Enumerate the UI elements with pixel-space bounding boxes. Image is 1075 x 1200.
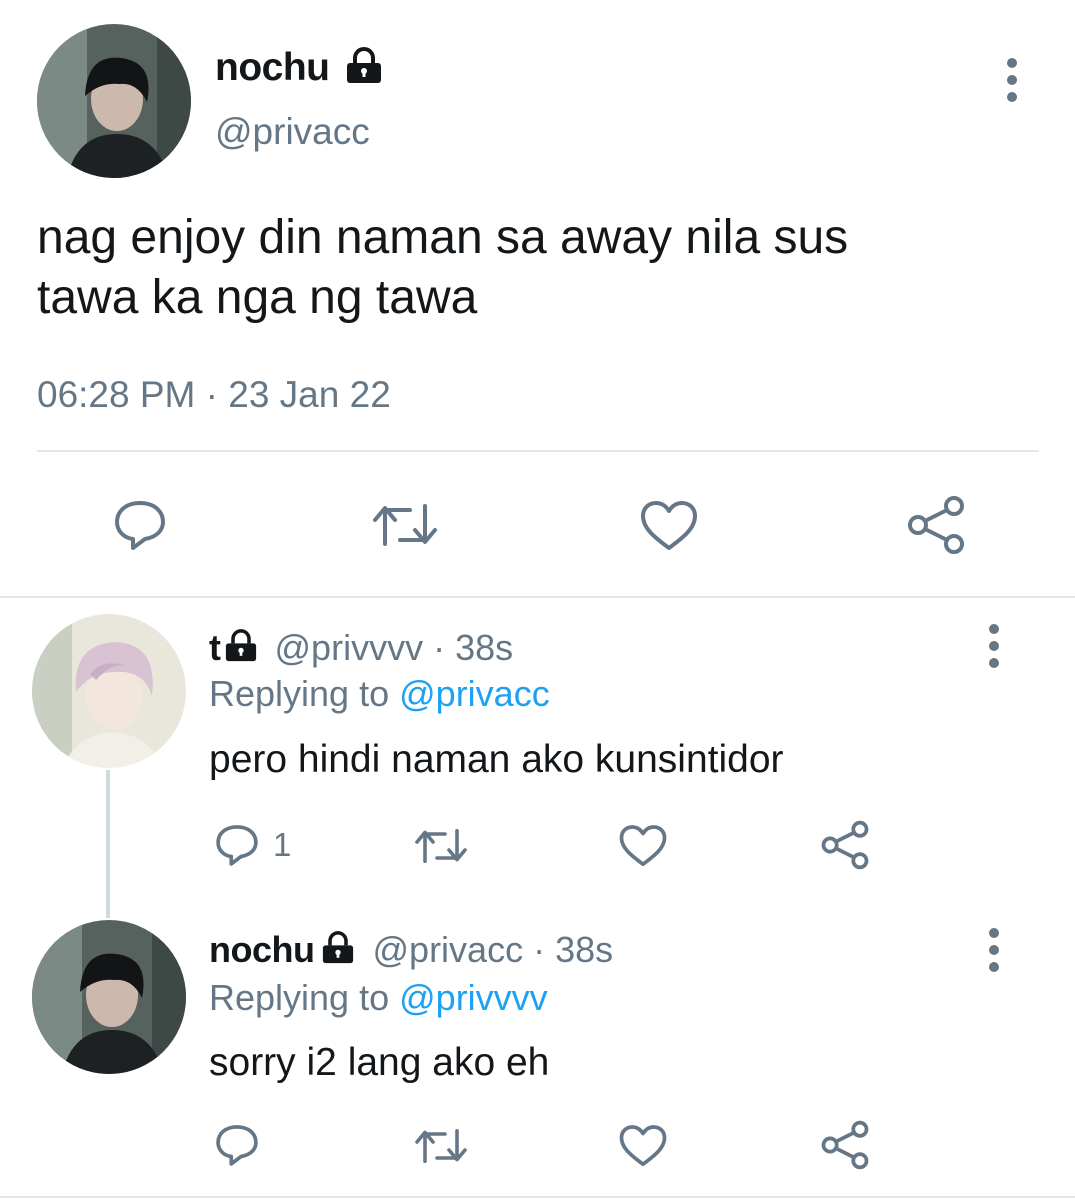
heart-icon[interactable]: [619, 1124, 667, 1168]
reply-time[interactable]: · 38s: [433, 627, 513, 668]
share-icon[interactable]: [820, 820, 870, 870]
replying-to-label: Replying to: [209, 977, 390, 1018]
lock-icon: [323, 931, 354, 964]
retweet-icon[interactable]: [414, 826, 468, 866]
thread-line: [106, 770, 110, 918]
more-vertical-icon[interactable]: [1006, 58, 1018, 109]
avatar[interactable]: [37, 24, 191, 178]
more-vertical-icon[interactable]: [988, 928, 1000, 979]
display-name-text[interactable]: nochu: [215, 46, 330, 89]
retweet-icon[interactable]: [414, 1126, 468, 1166]
lock-icon: [346, 46, 381, 83]
share-icon[interactable]: [906, 496, 966, 554]
reply-icon[interactable]: [214, 1122, 260, 1168]
replying-to-handle[interactable]: @privvvv: [399, 977, 548, 1018]
divider: [0, 596, 1075, 598]
tweet-text-line: nag enjoy din naman sa away nila sus: [37, 211, 849, 264]
avatar[interactable]: [32, 920, 186, 1074]
share-icon[interactable]: [820, 1120, 870, 1170]
reply-text: sorry i2 lang ako eh: [209, 1041, 550, 1084]
reply-time[interactable]: · 38s: [533, 929, 613, 970]
replying-to-handle[interactable]: @privacc: [399, 673, 550, 714]
divider: [0, 1196, 1075, 1198]
tweet-text-line: tawa ka nga ng tawa: [37, 271, 478, 324]
avatar[interactable]: [32, 614, 186, 768]
heart-icon[interactable]: [619, 824, 667, 868]
replying-to-label: Replying to: [209, 673, 390, 714]
more-vertical-icon[interactable]: [988, 624, 1000, 675]
user-handle[interactable]: @privvvv: [275, 627, 424, 668]
tweet-text: nag enjoy din naman sa away nila sus taw…: [37, 208, 848, 328]
replying-to: Replying to @privvvv: [209, 976, 548, 1020]
divider: [37, 450, 1039, 452]
reply-header: t @privvvv · 38s: [209, 626, 513, 670]
display-name[interactable]: t: [209, 627, 221, 668]
reply-text: pero hindi naman ako kunsintidor: [209, 738, 784, 781]
lock-icon: [225, 629, 256, 662]
display-name[interactable]: nochu: [209, 929, 315, 970]
reply-count: 1: [273, 826, 292, 863]
reply-icon[interactable]: [112, 497, 168, 553]
replying-to: Replying to @privacc: [209, 672, 550, 716]
retweet-icon[interactable]: [372, 500, 438, 550]
timestamp[interactable]: 06:28 PM · 23 Jan 22: [37, 372, 391, 418]
reply-icon[interactable]: [214, 822, 260, 868]
user-handle[interactable]: @privacc: [215, 110, 370, 154]
heart-icon[interactable]: [640, 500, 698, 552]
reply-header: nochu @privacc · 38s: [209, 928, 613, 972]
display-name[interactable]: nochu: [215, 44, 384, 92]
user-handle[interactable]: @privacc: [373, 929, 524, 970]
